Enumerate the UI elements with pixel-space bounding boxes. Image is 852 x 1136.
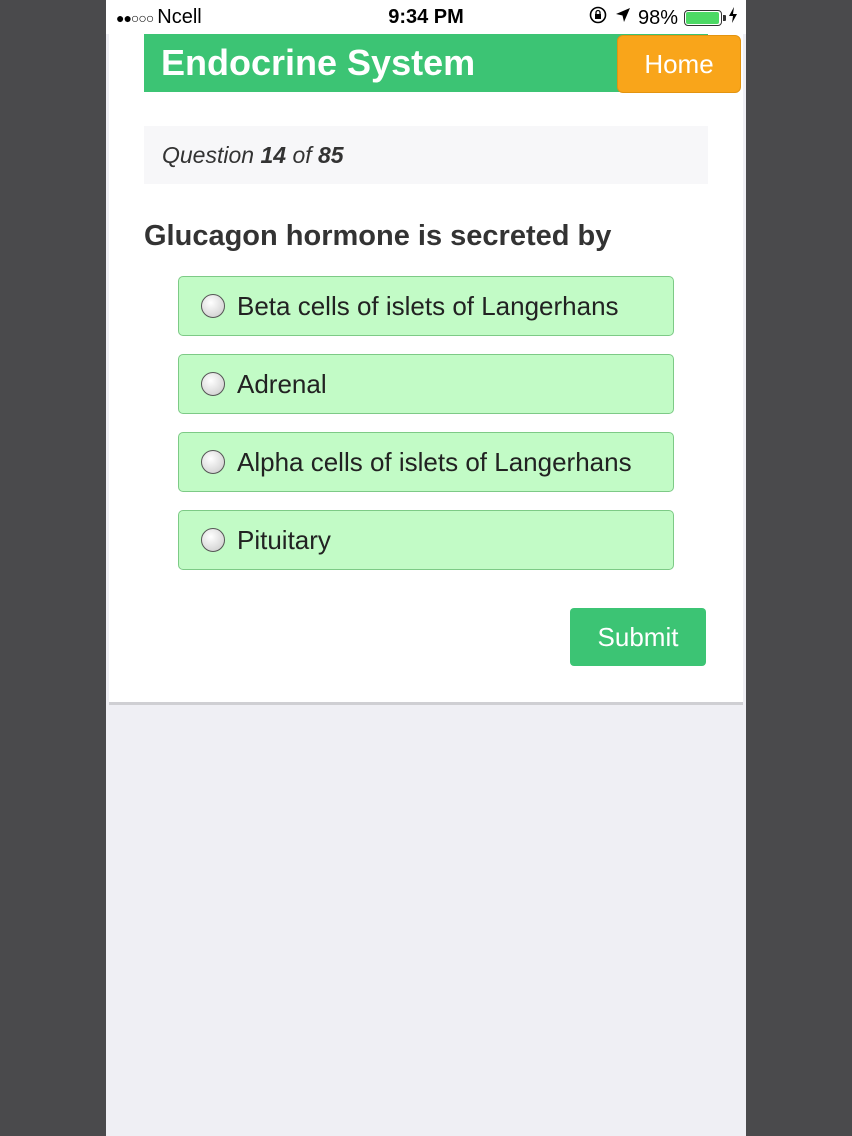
answer-option[interactable]: Beta cells of islets of Langerhans xyxy=(178,276,674,336)
radio-button-icon[interactable] xyxy=(201,528,225,552)
progress-total: 85 xyxy=(318,141,344,168)
quiz-card: Endocrine System Home Question 14 of 85 … xyxy=(109,34,743,705)
option-label: Beta cells of islets of Langerhans xyxy=(237,290,619,321)
radio-button-icon[interactable] xyxy=(201,294,225,318)
answer-option[interactable]: Alpha cells of islets of Langerhans xyxy=(178,432,674,492)
answer-options: Beta cells of islets of Langerhans Adren… xyxy=(178,276,674,588)
battery-icon xyxy=(684,10,726,26)
question-text: Glucagon hormone is secreted by xyxy=(144,220,612,252)
status-right: 98% xyxy=(588,5,738,31)
app-header: Endocrine System Home xyxy=(144,34,741,93)
question-progress: Question 14 of 85 xyxy=(144,126,708,184)
answer-option[interactable]: Pituitary xyxy=(178,510,674,570)
location-arrow-icon xyxy=(614,6,632,30)
battery-percent: 98% xyxy=(637,6,678,29)
radio-button-icon[interactable] xyxy=(201,372,225,396)
status-bar: ●●○○○ Ncell 9:34 PM 98% xyxy=(106,0,746,34)
charging-bolt-icon xyxy=(728,6,738,30)
page-title: Endocrine System xyxy=(161,42,476,83)
orientation-lock-icon xyxy=(588,5,608,31)
battery-fill xyxy=(686,12,720,24)
option-label: Adrenal xyxy=(237,368,327,399)
home-button[interactable]: Home xyxy=(617,35,741,93)
progress-prefix: Question xyxy=(162,141,255,168)
progress-current: 14 xyxy=(260,141,287,168)
option-label: Pituitary xyxy=(237,524,331,555)
answer-option[interactable]: Adrenal xyxy=(178,354,674,414)
submit-button[interactable]: Submit xyxy=(570,608,706,666)
option-label: Alpha cells of islets of Langerhans xyxy=(237,446,632,477)
radio-button-icon[interactable] xyxy=(201,450,225,474)
phone-screen: ●●○○○ Ncell 9:34 PM 98% Endocrine System… xyxy=(106,0,746,1136)
progress-middle: of xyxy=(292,141,312,168)
